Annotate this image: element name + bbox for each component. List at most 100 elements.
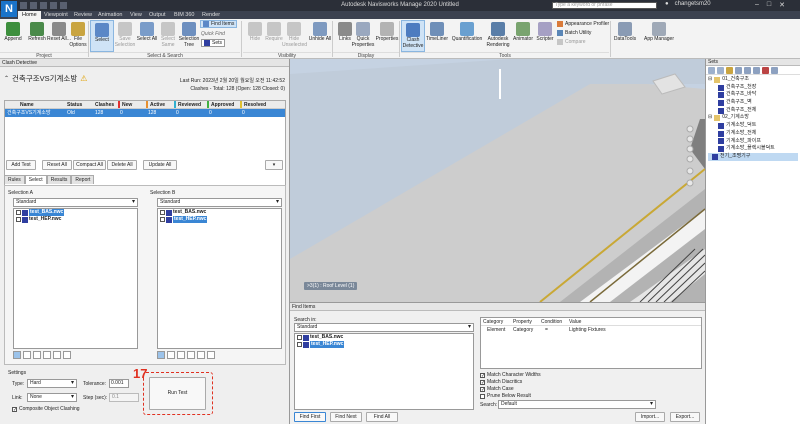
app-logo[interactable]: N: [1, 1, 17, 17]
match-widths-checkbox[interactable]: ✓ Match Character Widths: [480, 372, 541, 378]
scripter-button[interactable]: Scripter: [533, 20, 557, 52]
tab-view[interactable]: View: [126, 11, 146, 19]
add-test-button[interactable]: Add Test: [6, 160, 36, 170]
points-icon[interactable]: [177, 351, 185, 359]
lines-icon[interactable]: [167, 351, 175, 359]
collapse-icon[interactable]: ⌃: [4, 75, 9, 82]
timeliner-button[interactable]: TimeLiner: [425, 20, 449, 52]
help-search-input[interactable]: Type a keyword or phrase: [552, 2, 657, 9]
col-approved[interactable]: Approved: [207, 101, 240, 108]
find-items-button[interactable]: Find Items: [200, 20, 238, 28]
search-in-mode-dropdown[interactable]: Standard: [294, 323, 474, 332]
user-name[interactable]: changetsm20: [675, 1, 711, 7]
table-row[interactable]: 건축구조VS기계소방 Old 128 0 128 0 0 0: [5, 109, 285, 117]
3d-viewport[interactable]: [290, 59, 705, 302]
tab-home[interactable]: Home: [18, 11, 41, 19]
tolerance-input[interactable]: 0.001 m: [109, 379, 129, 388]
animator-button[interactable]: Animator: [511, 20, 535, 52]
tab-rules[interactable]: Rules: [4, 175, 25, 184]
tab-review[interactable]: Review: [70, 11, 96, 19]
quick-properties-button[interactable]: Quick Properties: [351, 20, 375, 52]
checkbox[interactable]: ✓: [12, 406, 17, 412]
col-reviewed[interactable]: Reviewed: [174, 101, 207, 108]
checkbox[interactable]: [297, 342, 302, 347]
import-button[interactable]: Import...: [635, 412, 665, 422]
tab-report[interactable]: Report: [71, 175, 95, 184]
condition-row[interactable]: Element Category = Lighting Fixtures: [481, 326, 701, 334]
save-selection-icon[interactable]: [708, 67, 715, 74]
save-selection-button[interactable]: Save Selection: [113, 20, 137, 52]
import-export-button[interactable]: ▾: [265, 160, 283, 170]
list-item[interactable]: test_BAS.nwc: [158, 209, 281, 216]
tree-item[interactable]: 기계소방_덕트: [708, 122, 798, 130]
unhide-all-button[interactable]: Unhide All: [308, 20, 332, 52]
tab-select[interactable]: Select: [24, 175, 47, 184]
quantification-button[interactable]: Quantification: [450, 20, 484, 52]
tab-viewpoint[interactable]: Viewpoint: [40, 11, 72, 19]
tree-item[interactable]: ⊟ 01_건축구조: [708, 76, 798, 84]
compact-all-button[interactable]: Compact All: [73, 160, 106, 170]
datatools-button[interactable]: DataTools: [612, 20, 638, 52]
append-button[interactable]: Append: [1, 20, 25, 52]
prune-below-checkbox[interactable]: Prune Below Result: [480, 393, 531, 399]
list-item[interactable]: test_HEP.nwc: [158, 216, 281, 223]
tree-item[interactable]: 건축구조_벽: [708, 99, 798, 107]
add-comment-icon[interactable]: [753, 67, 760, 74]
selection-a-mode-dropdown[interactable]: Standard: [13, 198, 138, 207]
tree-item-selected[interactable]: 전기_조명기구: [708, 152, 798, 161]
file-options-button[interactable]: File Options: [66, 20, 90, 52]
col-active[interactable]: Active: [146, 101, 174, 108]
tree-item[interactable]: 기계소방_전체: [708, 130, 798, 138]
checkbox[interactable]: [160, 210, 165, 215]
step-input[interactable]: 0.1: [109, 393, 139, 402]
checkbox[interactable]: [297, 335, 302, 340]
points-icon[interactable]: [33, 351, 41, 359]
maximize-icon[interactable]: □: [767, 1, 771, 9]
self-intersect-icon[interactable]: [43, 351, 51, 359]
list-item[interactable]: test_BAS.nwc: [295, 334, 473, 341]
tab-animation[interactable]: Animation: [94, 11, 126, 19]
find-all-button[interactable]: Find All: [366, 412, 398, 422]
new-folder-icon[interactable]: [726, 67, 733, 74]
col-resolved[interactable]: Resolved: [240, 101, 273, 108]
search-mode-dropdown[interactable]: Default: [498, 400, 656, 409]
selection-tree-button[interactable]: Selection Tree: [177, 20, 201, 52]
list-item[interactable]: test_HEP.nwc: [14, 216, 137, 223]
delete-all-button[interactable]: Delete All: [107, 160, 137, 170]
close-icon[interactable]: ✕: [779, 1, 785, 9]
batch-utility-button[interactable]: Batch Utility: [557, 30, 591, 36]
link-dropdown[interactable]: None: [27, 393, 77, 402]
duplicate-icon[interactable]: [735, 67, 742, 74]
delete-icon[interactable]: [762, 67, 769, 74]
appearance-profiler-button[interactable]: Appearance Profiler: [557, 21, 609, 27]
composite-clashing-checkbox[interactable]: ✓ Composite Object Clashing: [12, 406, 80, 412]
compare-button[interactable]: Compare: [557, 39, 586, 45]
export-button[interactable]: Export...: [670, 412, 700, 422]
use-current-selection-icon[interactable]: [197, 351, 205, 359]
sets-dropdown[interactable]: Sets: [201, 39, 226, 47]
run-test-button[interactable]: Run Test: [149, 377, 206, 410]
tab-results[interactable]: Results: [46, 175, 72, 184]
minimize-icon[interactable]: –: [755, 1, 759, 9]
select-in-scene-icon[interactable]: [63, 351, 71, 359]
update-all-button[interactable]: Update All: [143, 160, 177, 170]
autodesk-rendering-button[interactable]: Autodesk Rendering: [484, 20, 512, 52]
checkbox[interactable]: [16, 217, 21, 222]
checkbox[interactable]: ✓: [480, 386, 485, 392]
surfaces-icon[interactable]: [13, 351, 21, 359]
selection-b-mode-dropdown[interactable]: Standard: [157, 198, 282, 207]
refresh-button[interactable]: Refresh: [25, 20, 49, 52]
update-icon[interactable]: [744, 67, 751, 74]
clash-detective-button[interactable]: Clash Detective: [401, 20, 425, 52]
checkbox[interactable]: [160, 217, 165, 222]
tree-item[interactable]: 건축구조_바닥: [708, 91, 798, 99]
lines-icon[interactable]: [23, 351, 31, 359]
use-current-selection-icon[interactable]: [53, 351, 61, 359]
match-diacritics-checkbox[interactable]: ✓ Match Diacritics: [480, 379, 522, 385]
col-name[interactable]: Name: [5, 101, 65, 108]
import-export-icon[interactable]: [771, 67, 778, 74]
app-manager-button[interactable]: App Manager: [640, 20, 678, 52]
checkbox[interactable]: ✓: [480, 372, 485, 378]
tree-item[interactable]: 기계소방_플렉시블덕트: [708, 145, 798, 153]
match-case-checkbox[interactable]: ✓ Match Case: [480, 386, 514, 392]
